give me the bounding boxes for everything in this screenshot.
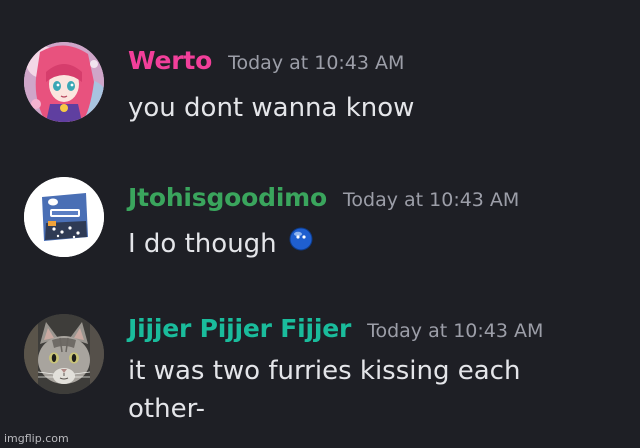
cat-avatar-icon <box>24 314 104 394</box>
message-header: Jijjer Pijjer Fijjer Today at 10:43 AM <box>128 314 543 343</box>
message-text-line: it was two furries kissing each <box>128 356 521 386</box>
message-header: Werto Today at 10:43 AM <box>128 46 404 75</box>
message-text-body: I do though <box>128 229 277 259</box>
username[interactable]: Werto <box>128 46 212 75</box>
product-package-avatar-icon <box>24 177 104 257</box>
username[interactable]: Jtohisgoodimo <box>128 183 327 212</box>
avatar[interactable] <box>24 177 104 257</box>
timestamp: Today at 10:43 AM <box>367 320 544 342</box>
message-text: I do though <box>128 225 313 263</box>
username[interactable]: Jijjer Pijjer Fijjer <box>128 314 351 343</box>
anime-girl-avatar-icon <box>24 42 104 122</box>
message-header: Jtohisgoodimo Today at 10:43 AM <box>128 183 519 212</box>
timestamp: Today at 10:43 AM <box>228 52 405 74</box>
message-text: it was two furries kissing each other- <box>128 352 520 428</box>
message-text: you dont wanna know <box>128 93 415 123</box>
blue-ball-emoji-icon <box>289 224 313 262</box>
avatar[interactable] <box>24 314 104 394</box>
avatar[interactable] <box>24 42 104 122</box>
message-text-line: other- <box>128 394 205 424</box>
chat-screenshot: { "messages": [ { "username": "Werto", "… <box>0 0 640 448</box>
imgflip-watermark: imgflip.com <box>4 432 69 445</box>
timestamp: Today at 10:43 AM <box>343 189 520 211</box>
